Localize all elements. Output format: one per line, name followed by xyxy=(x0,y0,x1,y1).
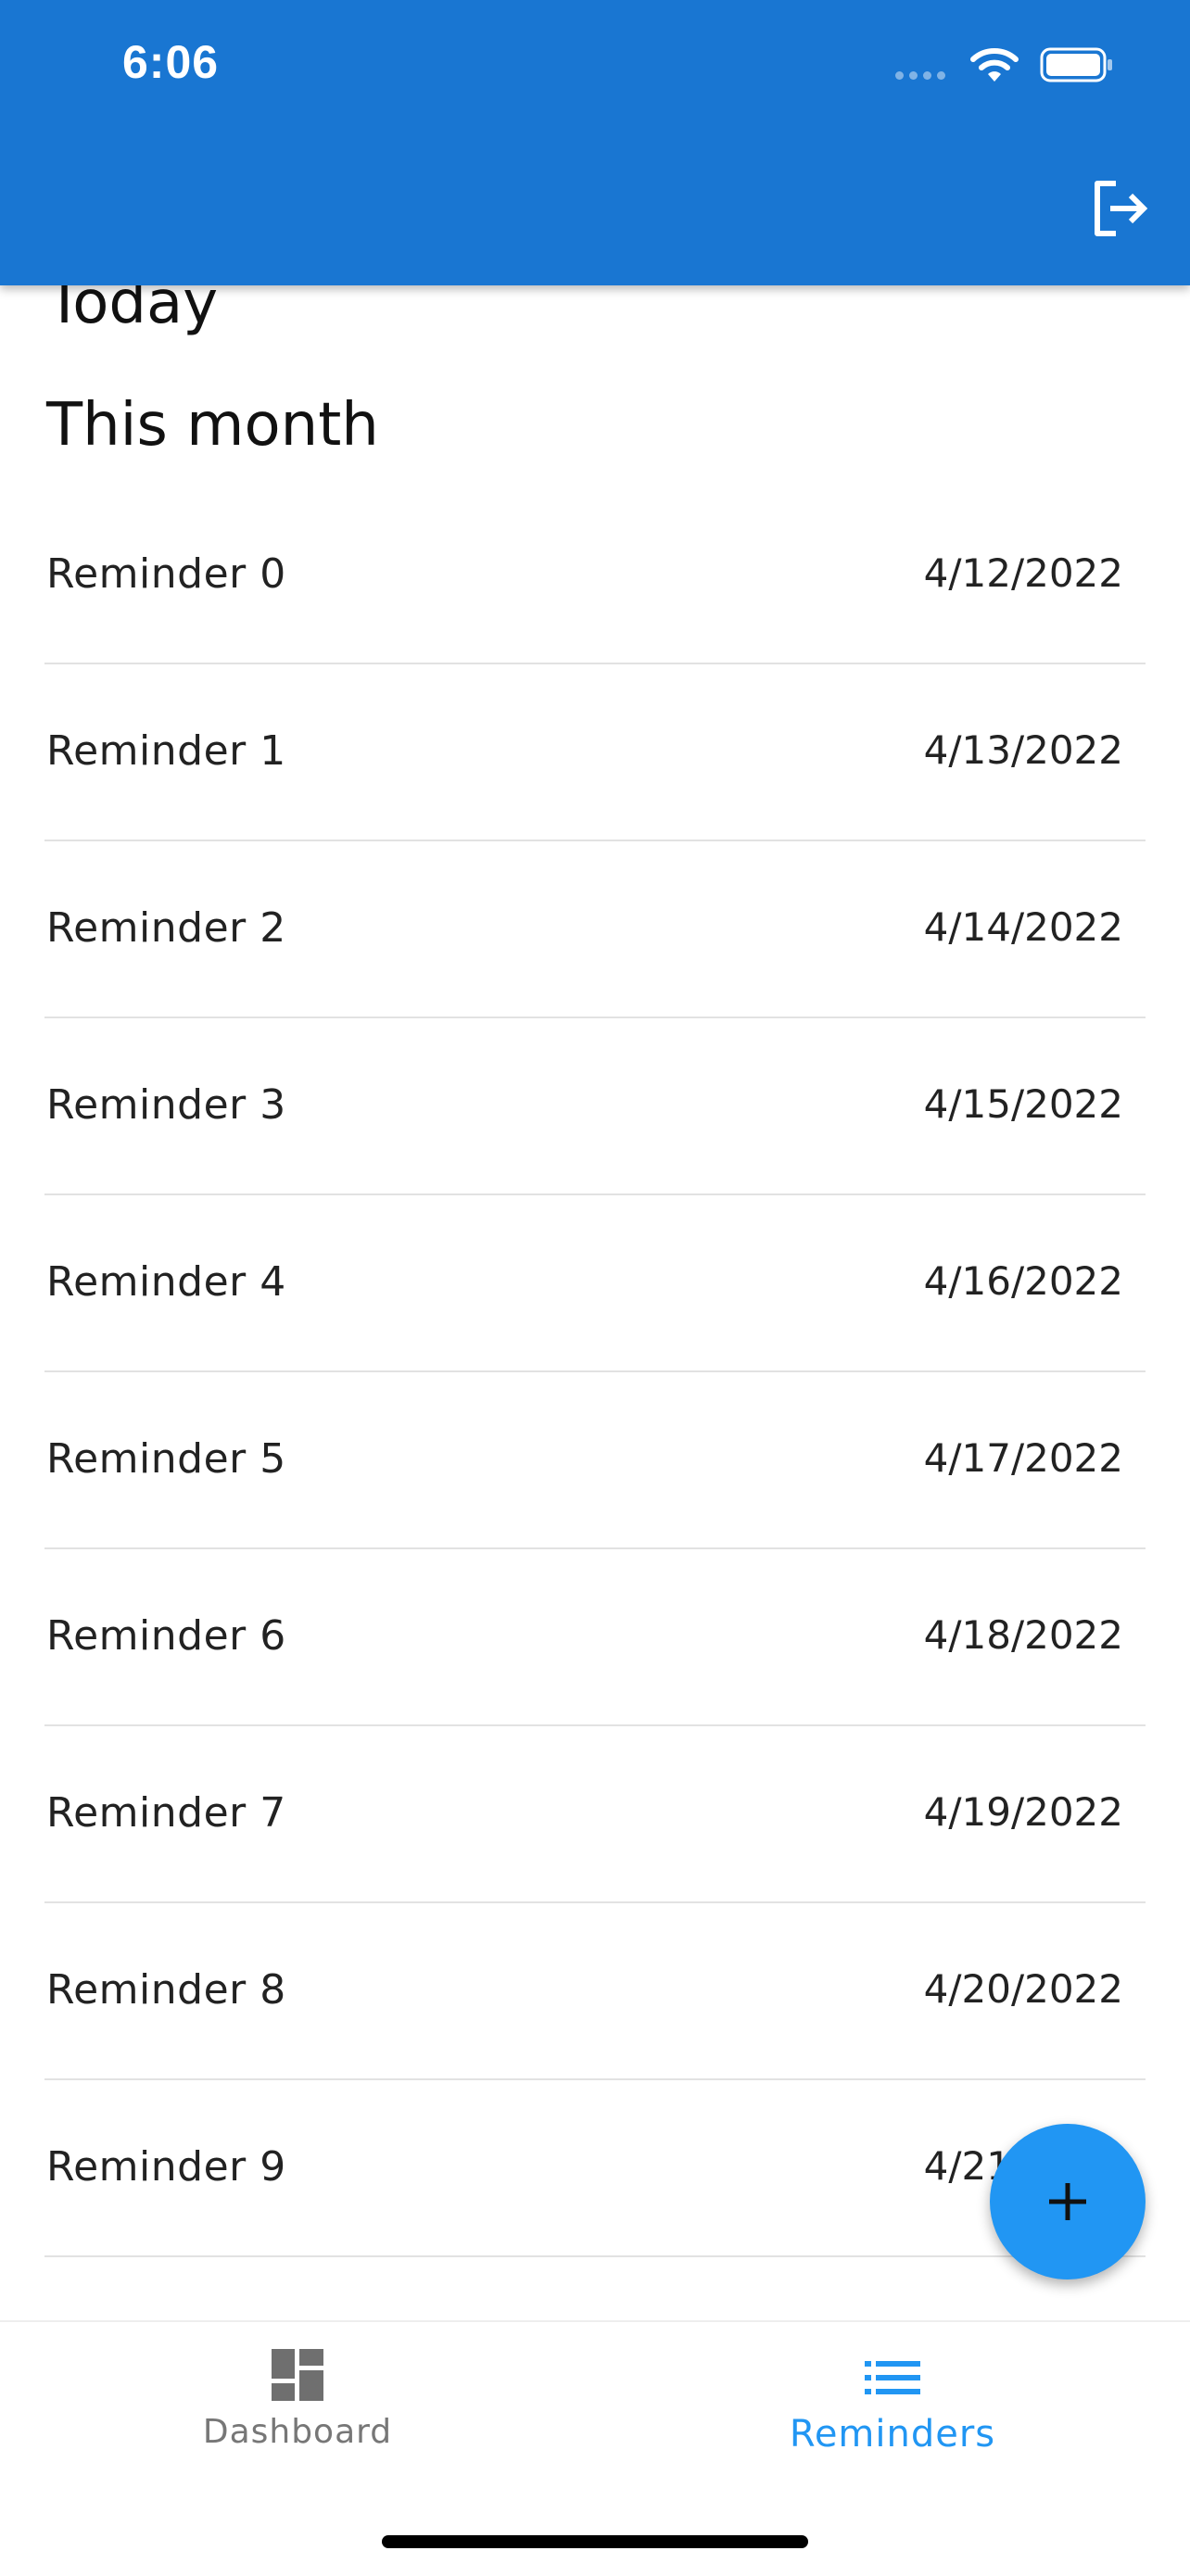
wifi-icon xyxy=(970,48,1019,82)
battery-icon xyxy=(1040,47,1112,82)
reminder-date: 4/17/2022 xyxy=(923,1435,1123,1481)
reminder-date: 4/13/2022 xyxy=(923,727,1123,773)
reminder-title: Reminder 1 xyxy=(46,727,286,775)
status-time: 6:06 xyxy=(122,36,220,88)
list-item[interactable]: Reminder 7 4/19/2022 xyxy=(44,1726,1146,1903)
reminder-list: Reminder 0 4/12/2022 Reminder 1 4/13/202… xyxy=(44,487,1146,2257)
reminder-title: Reminder 8 xyxy=(46,1966,286,2014)
list-item[interactable]: Reminder 2 4/14/2022 xyxy=(44,841,1146,1018)
reminder-title: Reminder 9 xyxy=(46,2143,286,2191)
list-item[interactable]: Reminder 1 4/13/2022 xyxy=(44,664,1146,841)
cellular-signal-icon xyxy=(895,70,945,80)
nav-item-dashboard[interactable]: Dashboard xyxy=(0,2348,595,2451)
logout-icon[interactable] xyxy=(1088,176,1153,241)
plus-icon xyxy=(1049,2183,1086,2220)
reminder-title: Reminder 3 xyxy=(46,1081,286,1129)
section-title-this-month: This month xyxy=(46,391,379,460)
nav-label-dashboard: Dashboard xyxy=(202,2413,393,2451)
status-icons xyxy=(895,46,1114,83)
list-item[interactable]: Reminder 4 4/16/2022 xyxy=(44,1195,1146,1372)
reminder-date: 4/18/2022 xyxy=(923,1612,1123,1658)
reminder-title: Reminder 2 xyxy=(46,904,286,952)
reminder-date: 4/20/2022 xyxy=(923,1966,1123,2012)
list-item[interactable]: Reminder 6 4/18/2022 xyxy=(44,1549,1146,1726)
app-bar: 6:06 xyxy=(0,0,1190,285)
list-item[interactable]: Reminder 8 4/20/2022 xyxy=(44,1903,1146,2080)
reminder-date: 4/15/2022 xyxy=(923,1081,1123,1127)
dashboard-icon xyxy=(272,2349,323,2401)
reminder-date: 4/14/2022 xyxy=(923,904,1123,950)
reminder-date: 4/19/2022 xyxy=(923,1789,1123,1835)
nav-label-reminders: Reminders xyxy=(789,2413,996,2456)
nav-item-reminders[interactable]: Reminders xyxy=(595,2348,1190,2456)
list-item[interactable]: Reminder 5 4/17/2022 xyxy=(44,1372,1146,1549)
list-item[interactable]: Reminder 0 4/12/2022 xyxy=(44,487,1146,664)
add-reminder-button[interactable] xyxy=(990,2124,1146,2279)
home-indicator xyxy=(382,2535,808,2548)
reminder-date: 4/16/2022 xyxy=(923,1258,1123,1304)
list-item[interactable]: Reminder 9 4/21/2022 xyxy=(44,2080,1146,2257)
reminder-title: Reminder 5 xyxy=(46,1435,286,1483)
reminder-title: Reminder 4 xyxy=(46,1258,286,1306)
list-icon xyxy=(865,2361,920,2394)
reminder-title: Reminder 0 xyxy=(46,550,286,598)
reminder-title: Reminder 6 xyxy=(46,1612,286,1660)
list-item[interactable]: Reminder 3 4/15/2022 xyxy=(44,1018,1146,1195)
reminder-date: 4/12/2022 xyxy=(923,550,1123,596)
reminder-title: Reminder 7 xyxy=(46,1789,286,1837)
